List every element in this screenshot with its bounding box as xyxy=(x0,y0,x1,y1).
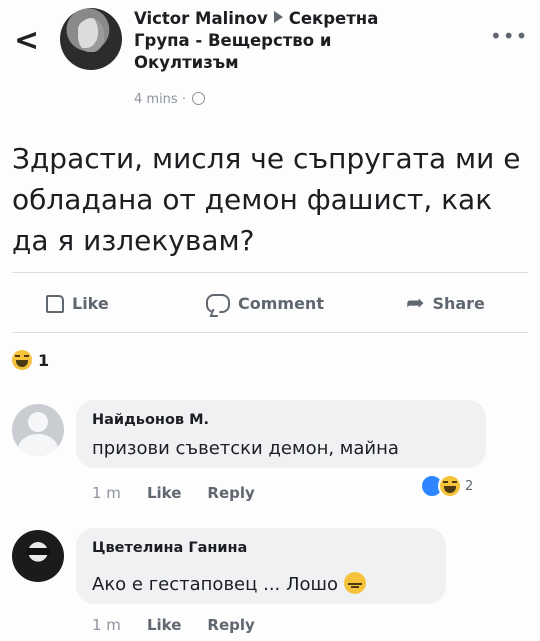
back-chevron-icon[interactable]: < xyxy=(14,26,39,56)
comment-button[interactable]: Comment xyxy=(206,294,324,313)
haha-icon xyxy=(12,350,32,370)
commenter-avatar[interactable] xyxy=(12,404,64,456)
like-button[interactable]: Like xyxy=(46,294,109,313)
comment-reactions[interactable]: 2 xyxy=(420,474,473,498)
default-avatar-head xyxy=(28,412,48,432)
globe-icon xyxy=(192,92,206,105)
comment-time[interactable]: 1 m xyxy=(92,484,121,502)
comment-reply-button[interactable]: Reply xyxy=(207,616,254,634)
avatar-face xyxy=(78,18,104,52)
author-name[interactable]: Victor Malinov xyxy=(134,9,268,28)
comment-label: Comment xyxy=(238,294,324,313)
haha-icon xyxy=(438,474,462,498)
comment-like-button[interactable]: Like xyxy=(147,616,181,634)
default-avatar-body xyxy=(18,434,58,456)
like-label: Like xyxy=(72,294,109,313)
action-bar: Like Comment ➦ Share xyxy=(0,286,540,322)
comment-text: призови съветски демон, майна xyxy=(92,438,399,459)
comment-text-content: Ако е гестаповец ... Лошо xyxy=(92,574,339,595)
comment-like-button[interactable]: Like xyxy=(147,484,181,502)
commenter-avatar[interactable] xyxy=(12,530,64,582)
comment-text: Ако е гестаповец ... Лошо xyxy=(92,572,366,595)
comment-reaction-count: 2 xyxy=(465,478,474,494)
eye-roll-emoji-icon xyxy=(343,572,366,594)
comment-meta: 1 m Like Reply xyxy=(92,616,255,634)
post-header: Victor Malinov Секретна Група - Вещерство… xyxy=(134,8,424,74)
comment-reply-button[interactable]: Reply xyxy=(207,484,254,502)
sunglasses-shape xyxy=(26,548,50,555)
comment-meta: 1 m Like Reply xyxy=(92,484,255,502)
comment-icon xyxy=(206,294,230,313)
share-arrow-icon: ➦ xyxy=(406,290,425,316)
comment-bubble: Цветелина Ганина Ако е гестаповец ... Ло… xyxy=(76,528,446,604)
comment-author[interactable]: Найдьонов М. xyxy=(92,412,209,428)
post-time[interactable]: 4 mins · xyxy=(134,92,186,107)
divider xyxy=(12,272,528,273)
share-label: Share xyxy=(432,294,485,313)
posted-to-arrow-icon xyxy=(273,11,283,23)
thumbs-up-icon xyxy=(46,294,64,313)
post-text: Здрасти, мисля че съпругата ми е обладан… xyxy=(12,142,521,257)
reaction-summary[interactable]: 1 xyxy=(12,350,49,370)
share-button[interactable]: ➦ Share xyxy=(406,290,485,316)
comment-author[interactable]: Цветелина Ганина xyxy=(92,540,247,556)
comment-bubble: Найдьонов М. призови съветски демон, май… xyxy=(76,400,486,468)
author-avatar[interactable] xyxy=(60,8,122,70)
divider xyxy=(12,332,528,333)
post-meta: 4 mins · xyxy=(134,92,206,107)
reaction-count: 1 xyxy=(38,350,50,370)
more-icon[interactable]: ••• xyxy=(490,24,528,48)
comment-time[interactable]: 1 m xyxy=(92,616,121,634)
